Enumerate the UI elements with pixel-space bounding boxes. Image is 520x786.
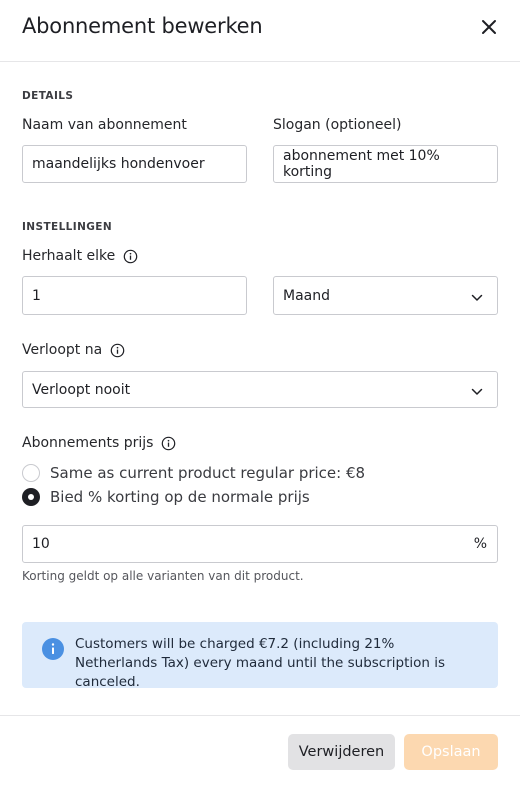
repeat-unit-select[interactable]: Maand bbox=[273, 276, 498, 315]
close-icon[interactable] bbox=[480, 18, 498, 36]
expires-label: Verloopt na bbox=[22, 342, 125, 358]
banner-text: Customers will be charged €7.2 (includin… bbox=[75, 636, 446, 690]
slogan-label: Slogan (optioneel) bbox=[273, 117, 401, 133]
name-input[interactable]: maandelijks hondenvoer bbox=[22, 145, 247, 183]
info-icon[interactable] bbox=[123, 249, 138, 264]
discount-input[interactable]: 10 % bbox=[22, 525, 498, 563]
delete-button[interactable]: Verwijderen bbox=[288, 734, 395, 770]
name-input-value: maandelijks hondenvoer bbox=[32, 156, 205, 172]
expires-select-value: Verloopt nooit bbox=[32, 381, 131, 398]
price-label: Abonnements prijs bbox=[22, 435, 176, 451]
settings-section-label: INSTELLINGEN bbox=[22, 221, 113, 233]
repeat-input[interactable]: 1 bbox=[22, 276, 247, 315]
name-label: Naam van abonnement bbox=[22, 117, 187, 133]
expires-label-text: Verloopt na bbox=[22, 342, 103, 358]
modal-title: Abonnement bewerken bbox=[22, 14, 263, 38]
discount-input-value: 10 bbox=[32, 536, 50, 552]
price-label-text: Abonnements prijs bbox=[22, 435, 154, 451]
modal-footer: Verwijderen Opslaan bbox=[0, 715, 520, 786]
slogan-label-text: Slogan (optioneel) bbox=[273, 117, 402, 133]
info-icon[interactable] bbox=[110, 343, 125, 358]
price-option-label: Bied % korting op de normale prijs bbox=[50, 488, 310, 506]
discount-help-text: Korting geldt op alle varianten van dit … bbox=[22, 569, 304, 583]
info-banner: Customers will be charged €7.2 (includin… bbox=[22, 622, 498, 690]
repeat-label-text: Herhaalt elke bbox=[22, 248, 116, 264]
chevron-down-icon bbox=[471, 388, 483, 395]
price-option-label: Same as current product regular price: €… bbox=[50, 464, 366, 482]
price-option-discount[interactable]: Bied % korting op de normale prijs bbox=[22, 488, 310, 506]
slogan-input-value: abonnement met 10% korting bbox=[283, 148, 440, 180]
radio-button-checked[interactable] bbox=[22, 488, 40, 506]
modal-header: Abonnement bewerken bbox=[0, 0, 520, 62]
name-label-text: Naam van abonnement bbox=[22, 117, 187, 133]
percent-suffix: % bbox=[473, 536, 487, 552]
repeat-input-value: 1 bbox=[32, 287, 41, 304]
price-option-regular[interactable]: Same as current product regular price: €… bbox=[22, 464, 365, 482]
save-button[interactable]: Opslaan bbox=[404, 734, 498, 770]
radio-button[interactable] bbox=[22, 464, 40, 482]
chevron-down-icon bbox=[471, 294, 483, 301]
repeat-unit-value: Maand bbox=[283, 287, 330, 304]
repeat-label: Herhaalt elke bbox=[22, 248, 138, 264]
info-icon bbox=[42, 638, 64, 660]
details-section-label: DETAILS bbox=[22, 90, 74, 102]
slogan-input[interactable]: abonnement met 10% korting bbox=[273, 145, 498, 183]
expires-select[interactable]: Verloopt nooit bbox=[22, 371, 498, 408]
info-icon[interactable] bbox=[161, 436, 176, 451]
